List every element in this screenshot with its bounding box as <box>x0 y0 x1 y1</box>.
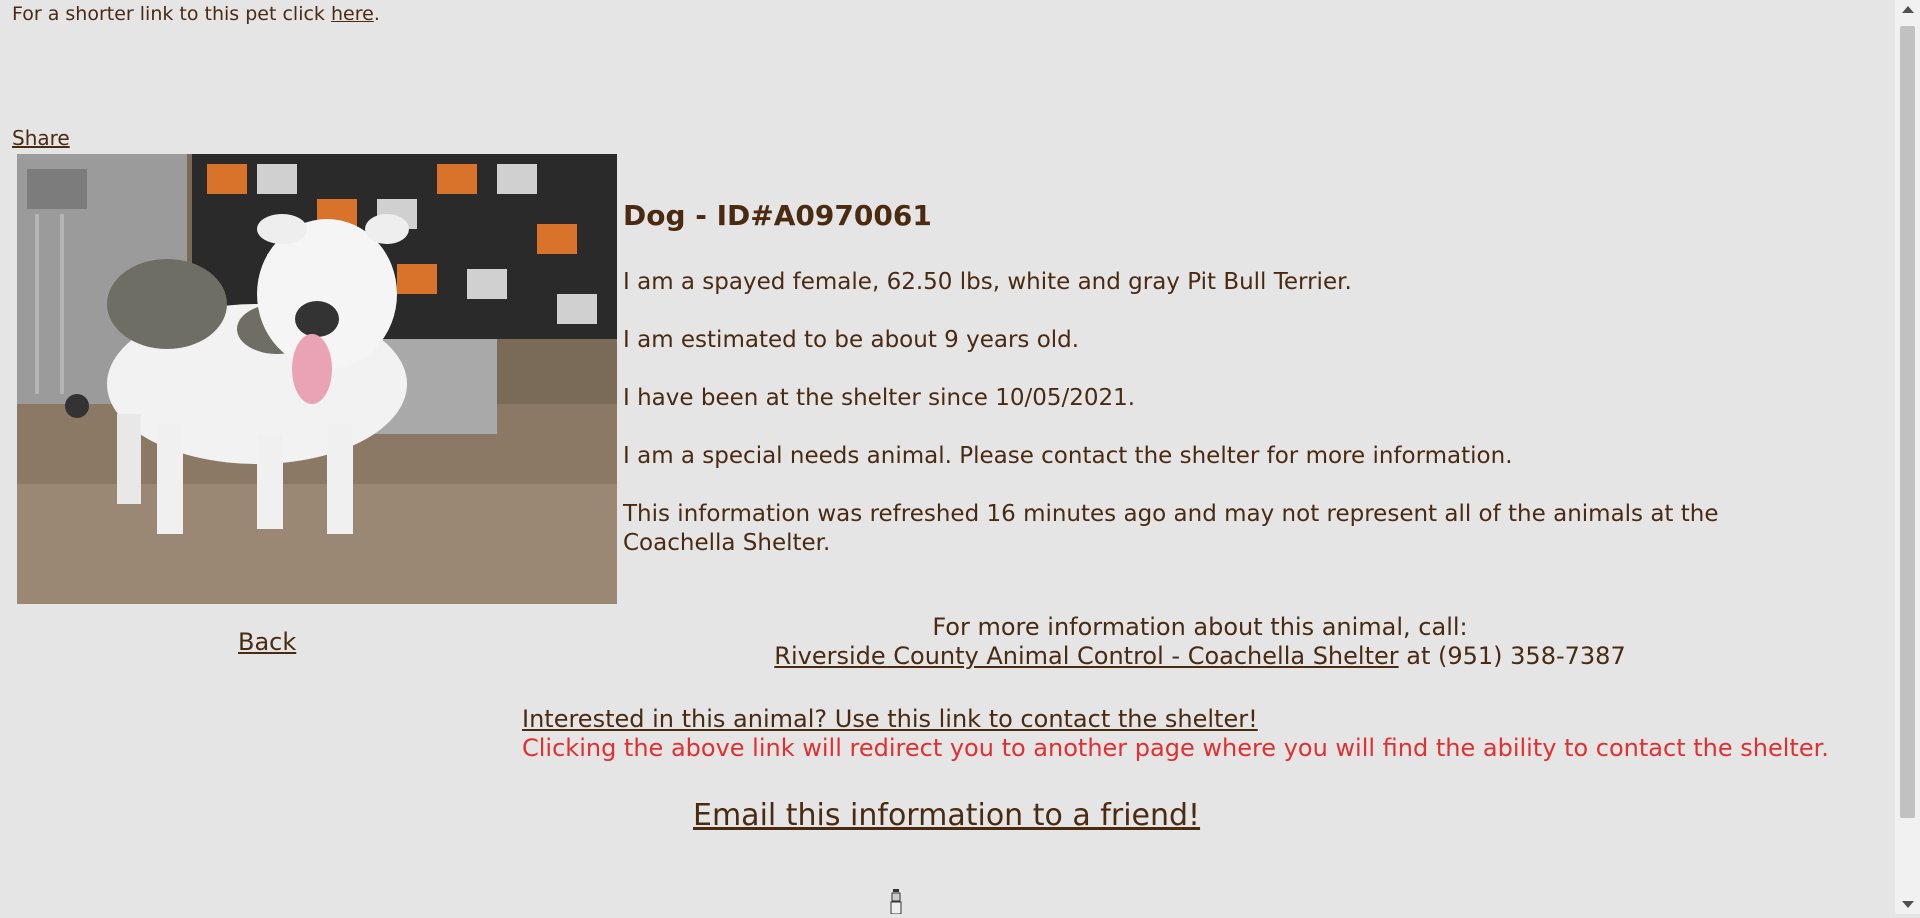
contact-intro: For more information about this animal, … <box>932 613 1468 641</box>
animal-description-intake-date: I have been at the shelter since 10/05/2… <box>623 385 1136 411</box>
interested-block: Interested in this animal? Use this link… <box>522 705 1829 763</box>
pet-photo <box>17 154 617 604</box>
scroll-thumb[interactable] <box>1900 26 1915 818</box>
animal-description-refresh-note: This information was refreshed 16 minute… <box>623 501 1719 556</box>
back-link[interactable]: Back <box>238 628 296 656</box>
short-link-line: For a shorter link to this pet click her… <box>12 3 380 25</box>
short-link-prefix: For a shorter link to this pet click <box>12 3 331 25</box>
contact-info: For more information about this animal, … <box>620 613 1780 671</box>
short-link-here[interactable]: here <box>331 3 374 25</box>
contact-line: Riverside County Animal Control - Coache… <box>620 642 1780 671</box>
page-scrollbar[interactable] <box>1895 0 1920 914</box>
email-friend-link[interactable]: Email this information to a friend! <box>693 798 1200 833</box>
redirect-warning: Clicking the above link will redirect yo… <box>522 734 1829 762</box>
scroll-down-icon[interactable] <box>1902 901 1914 908</box>
animal-description-special-needs: I am a special needs animal. Please cont… <box>623 443 1513 469</box>
animal-description-age: I am estimated to be about 9 years old. <box>623 327 1080 353</box>
loading-icon <box>888 888 904 915</box>
scroll-up-icon[interactable] <box>1902 6 1914 13</box>
share-link[interactable]: Share <box>12 126 70 150</box>
animal-title: Dog - ID#A0970061 <box>623 199 932 232</box>
short-link-suffix: . <box>373 3 380 25</box>
contact-shelter-link[interactable]: Interested in this animal? Use this link… <box>522 705 1258 733</box>
animal-description-sex-weight: I am a spayed female, 62.50 lbs, white a… <box>623 269 1352 295</box>
shelter-link[interactable]: Riverside County Animal Control - Coache… <box>774 642 1398 670</box>
shelter-phone: at (951) 358-7387 <box>1398 642 1626 670</box>
